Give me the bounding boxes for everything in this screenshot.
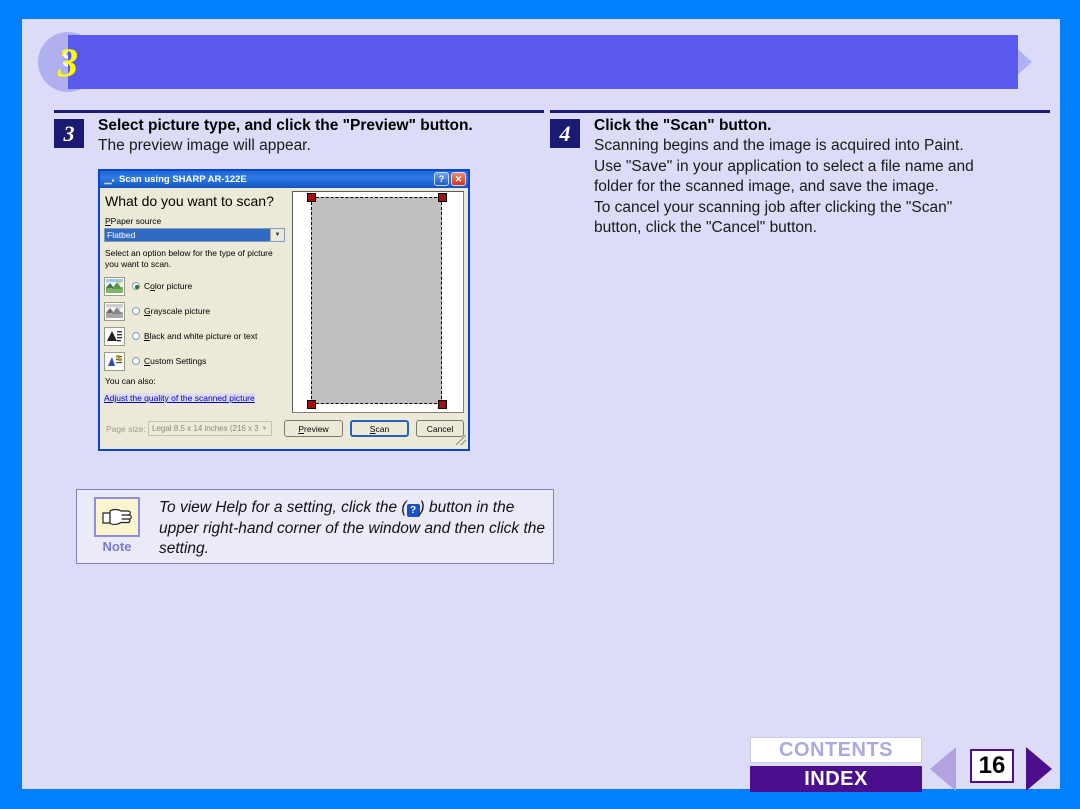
index-button[interactable]: INDEX bbox=[750, 766, 922, 792]
preview-button[interactable]: Preview bbox=[284, 420, 343, 437]
step-4-line-2: Use "Save" in your application to select… bbox=[594, 157, 974, 175]
step-3-badge: 3 bbox=[54, 119, 84, 148]
dialog-title-text: Scan using SHARP AR-122E bbox=[119, 174, 247, 185]
selection-handle-top-right[interactable] bbox=[438, 193, 447, 202]
contents-button[interactable]: CONTENTS bbox=[750, 737, 922, 763]
selection-handle-top-left[interactable] bbox=[307, 193, 316, 202]
paper-source-label-text: Paper source bbox=[110, 216, 162, 226]
nav-links: CONTENTS INDEX bbox=[750, 737, 922, 792]
option-label-bw-picture-or-text: Black and white picture or text bbox=[144, 331, 258, 341]
step-4-line-5: button, click the "Cancel" button. bbox=[594, 219, 817, 236]
radio-grayscale-picture[interactable] bbox=[132, 307, 140, 315]
note-box: Note To view Help for a setting, click t… bbox=[76, 489, 554, 564]
option-row-color-picture[interactable]: Color picture bbox=[104, 275, 289, 297]
step-4-line-3: folder for the scanned image, and save t… bbox=[594, 178, 939, 195]
help-question-badge: ? bbox=[406, 504, 420, 517]
note-label: Note bbox=[102, 539, 132, 554]
step-4-line-1: Scanning begins and the image is acquire… bbox=[594, 137, 964, 154]
chevron-down-icon[interactable]: ▼ bbox=[270, 229, 284, 241]
option-row-grayscale-picture[interactable]: Grayscale picture bbox=[104, 300, 289, 322]
step-4-rule bbox=[550, 110, 1050, 113]
option-label-custom-settings: Custom Settings bbox=[144, 356, 207, 366]
selection-handle-bottom-left[interactable] bbox=[307, 400, 316, 409]
paper-source-select[interactable]: Flatbed ▼ bbox=[104, 228, 285, 242]
footer-navigation: CONTENTS INDEX 16 bbox=[730, 737, 1060, 795]
step-3-rule bbox=[54, 110, 544, 113]
step-3-line-1: The preview image will appear. bbox=[98, 137, 311, 154]
step-4-line-4: To cancel your scanning job after clicki… bbox=[594, 198, 953, 216]
radio-color-picture[interactable] bbox=[132, 282, 140, 290]
close-icon[interactable]: ✕ bbox=[451, 172, 466, 186]
step-3-title: Select picture type, and click the "Prev… bbox=[98, 117, 473, 134]
note-text: To view Help for a setting, click the (?… bbox=[159, 498, 547, 560]
page-size-select: Legal 8.5 x 14 inches (216 x 356 ▼ bbox=[148, 421, 272, 436]
dialog-heading: What do you want to scan? bbox=[105, 193, 274, 209]
option-row-custom-settings[interactable]: Custom Settings bbox=[104, 350, 289, 372]
radio-bw-picture-or-text[interactable] bbox=[132, 332, 140, 340]
paper-source-value: Flatbed bbox=[105, 229, 270, 241]
pointing-hand-icon bbox=[94, 497, 140, 537]
option-row-bw-picture-or-text[interactable]: Black and white picture or text bbox=[104, 325, 289, 347]
grayscale-photo-icon bbox=[104, 301, 125, 321]
page-size-label: Page size: bbox=[106, 424, 146, 434]
color-photo-icon bbox=[104, 276, 125, 296]
adjust-quality-link[interactable]: Adjust the quality of the scanned pictur… bbox=[104, 393, 255, 403]
option-label-grayscale-picture: Grayscale picture bbox=[144, 306, 211, 316]
dialog-left-panel: What do you want to scan? PPaper source … bbox=[104, 191, 289, 413]
step-4-title: Click the "Scan" button. bbox=[594, 117, 772, 134]
dialog-window-buttons: ? ✕ bbox=[434, 172, 466, 186]
arrow-right-icon[interactable] bbox=[1026, 747, 1052, 791]
paper-source-label: PPaper source bbox=[105, 216, 162, 226]
note-text-before: To view Help for a setting, click the ( bbox=[159, 499, 407, 516]
preview-area[interactable] bbox=[292, 191, 464, 413]
picture-type-instruction: Select an option below for the type of p… bbox=[105, 248, 273, 269]
step-3-body: Select picture type, and click the "Prev… bbox=[98, 116, 473, 157]
selection-region[interactable] bbox=[311, 197, 442, 404]
banner-bar bbox=[68, 35, 1018, 89]
arrow-left-icon[interactable] bbox=[930, 747, 956, 791]
help-button[interactable]: ? bbox=[434, 172, 449, 186]
custom-settings-icon bbox=[104, 351, 125, 371]
note-icon-block: Note bbox=[89, 497, 145, 554]
chapter-number: 3 bbox=[58, 39, 78, 85]
dialog-body: What do you want to scan? PPaper source … bbox=[100, 188, 468, 451]
scan-button[interactable]: Scan bbox=[350, 420, 409, 437]
step-4-badge: 4 bbox=[550, 119, 580, 148]
radio-custom-settings[interactable] bbox=[132, 357, 140, 365]
dialog-footer: Page size: Legal 8.5 x 14 inches (216 x … bbox=[100, 416, 468, 446]
bw-text-icon bbox=[104, 326, 125, 346]
dialog-title-bar[interactable]: Scan using SHARP AR-122E ? ✕ bbox=[100, 171, 468, 188]
page-header: 3 Scanning an Image from a WIA-Compliant… bbox=[22, 32, 1060, 94]
step-4-body: Click the "Scan" button. Scanning begins… bbox=[594, 116, 974, 239]
step-4: 4 Click the "Scan" button. Scanning begi… bbox=[550, 110, 1050, 240]
you-can-also-label: You can also: bbox=[105, 376, 156, 386]
scanner-icon bbox=[103, 174, 116, 186]
scan-dialog-window: Scan using SHARP AR-122E ? ✕ What do you… bbox=[98, 169, 470, 451]
page-number: 16 bbox=[970, 749, 1014, 783]
page-size-value: Legal 8.5 x 14 inches (216 x 356 bbox=[152, 424, 258, 433]
selection-handle-bottom-right[interactable] bbox=[438, 400, 447, 409]
resize-grip[interactable] bbox=[456, 435, 466, 445]
page-canvas: 3 Scanning an Image from a WIA-Compliant… bbox=[22, 19, 1060, 792]
step-3: 3 Select picture type, and click the "Pr… bbox=[54, 110, 544, 166]
option-label-color-picture: Color picture bbox=[144, 281, 193, 291]
chevron-down-icon-pagesize: ▼ bbox=[261, 425, 268, 432]
